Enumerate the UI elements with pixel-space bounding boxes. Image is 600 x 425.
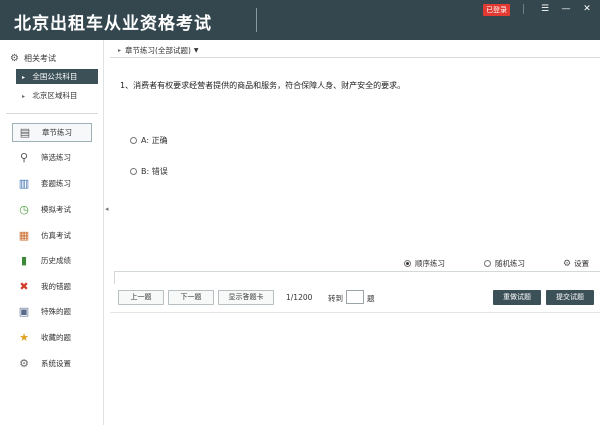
- show-answer-card-button[interactable]: 显示答题卡: [218, 290, 274, 305]
- sidebar-item-label: 历史成绩: [41, 256, 71, 265]
- radio-icon[interactable]: [130, 168, 137, 175]
- gear-icon: ⚙: [19, 356, 29, 370]
- chart-icon: ▥: [18, 176, 30, 190]
- sidebar-item-simulation-exam[interactable]: ▦ 仿真考试: [12, 226, 92, 245]
- jump-prefix-label: 转到: [328, 294, 343, 303]
- option-label: A: 正确: [141, 136, 168, 145]
- sidebar-item-mock-exam[interactable]: ◷ 模拟考试: [12, 200, 92, 219]
- sidebar-item-favorites[interactable]: ★ 收藏的题: [12, 328, 92, 347]
- question-toolbar: 上一题 下一题 显示答题卡 1/1200 转到 题 重做试题 提交试题: [110, 288, 600, 310]
- prev-question-button[interactable]: 上一题: [118, 290, 164, 305]
- mode-random[interactable]: 随机练习: [484, 258, 525, 269]
- gear-icon: ⚙: [563, 258, 572, 269]
- x-icon: ✖: [19, 279, 29, 293]
- minimize-icon[interactable]: —: [560, 3, 572, 15]
- sidebar-divider: [6, 113, 98, 114]
- sidebar-item-label: 系统设置: [41, 359, 71, 368]
- sidebar-item-filter-practice[interactable]: ⚲ 筛选练习: [12, 148, 92, 167]
- jump-suffix-label: 题: [367, 294, 375, 303]
- clock-icon: ◷: [19, 202, 29, 216]
- bar-chart-icon: ▮: [20, 253, 28, 267]
- sidebar-item-set-practice[interactable]: ▥ 套题练习: [12, 174, 92, 193]
- sidebar-collapse-icon[interactable]: ◂: [105, 205, 109, 213]
- app-title: 北京出租车从业资格考试: [14, 14, 212, 34]
- chevron-right-icon: ▸: [118, 46, 122, 54]
- chevron-down-icon: ▼: [193, 46, 199, 54]
- option-a[interactable]: A: 正确: [130, 135, 168, 146]
- title-divider: [256, 8, 257, 32]
- sidebar-item-label: 特殊的题: [41, 307, 71, 316]
- question-counter: 1/1200: [286, 293, 313, 302]
- subject-label: 北京区域科目: [32, 91, 78, 100]
- calendar-icon: ▦: [18, 228, 30, 242]
- mode-sequential[interactable]: 顺序练习: [404, 258, 445, 269]
- main-panel: ▸ 章节练习(全部试题) ▼ 1、消费者有权要求经营者提供的商品和服务，符合保障…: [110, 40, 600, 425]
- sidebar-item-label: 收藏的题: [41, 333, 71, 342]
- radio-icon[interactable]: [130, 137, 137, 144]
- exam-section-label: 相关考试: [23, 54, 56, 63]
- radio-icon[interactable]: [404, 260, 411, 267]
- book-icon: ▤: [19, 125, 31, 139]
- sidebar-item-history-scores[interactable]: ▮ 历史成绩: [12, 251, 92, 270]
- sidebar-item-label: 套题练习: [41, 179, 71, 188]
- sidebar-item-label: 筛选练习: [41, 153, 71, 162]
- mode-label: 顺序练习: [415, 259, 445, 268]
- option-label: B: 错误: [141, 167, 168, 176]
- sidebar-item-my-mistakes[interactable]: ✖ 我的错题: [12, 277, 92, 296]
- answer-area-edge: [114, 272, 115, 284]
- reset-questions-button[interactable]: 重做试题: [493, 290, 541, 305]
- exam-section-header: ⚙ 相关考试: [10, 53, 56, 64]
- sidebar-item-label: 仿真考试: [41, 231, 71, 240]
- login-badge[interactable]: 已登录: [483, 4, 510, 16]
- menu-icon[interactable]: ☰: [539, 3, 551, 15]
- jump-to-question-input[interactable]: [346, 290, 364, 304]
- sidebar-item-special-questions[interactable]: ▣ 特殊的题: [12, 302, 92, 321]
- subject-beijing-regional[interactable]: ▸ 北京区域科目: [16, 88, 98, 103]
- sidebar-item-system-settings[interactable]: ⚙ 系统设置: [12, 354, 92, 373]
- question-text: 1、消费者有权要求经营者提供的商品和服务，符合保障人身、财产安全的要求。: [120, 81, 406, 90]
- mode-divider: [114, 271, 600, 272]
- mode-label: 设置: [574, 259, 590, 268]
- star-icon: ★: [19, 330, 29, 344]
- chevron-right-icon: ▸: [22, 93, 26, 100]
- next-question-button[interactable]: 下一题: [168, 290, 214, 305]
- window-separator: [523, 4, 524, 14]
- sidebar-item-label: 模拟考试: [41, 205, 71, 214]
- close-icon[interactable]: ✕: [581, 3, 593, 15]
- mode-settings[interactable]: ⚙ 设置: [563, 258, 589, 269]
- chevron-right-icon: ▸: [22, 74, 26, 81]
- search-icon: ⚲: [19, 150, 29, 164]
- subject-label: 全国公共科目: [32, 72, 78, 81]
- submit-questions-button[interactable]: 提交试题: [546, 290, 594, 305]
- sidebar-item-chapter-practice[interactable]: ▤ 章节练习: [12, 123, 92, 142]
- title-bar: 北京出租车从业资格考试 已登录 ☰ — ✕: [0, 0, 600, 40]
- breadcrumb[interactable]: ▸ 章节练习(全部试题) ▼: [118, 44, 199, 56]
- practice-mode-bar: 顺序练习 随机练习 ⚙ 设置: [400, 258, 600, 270]
- toolbar-divider: [110, 312, 600, 313]
- sidebar-item-label: 章节练习: [42, 128, 72, 137]
- option-b[interactable]: B: 错误: [130, 166, 168, 177]
- settings-gear-icon: ⚙: [10, 53, 19, 64]
- subject-national-public[interactable]: ▸ 全国公共科目: [16, 69, 98, 84]
- sidebar: ⚙ 相关考试 ▸ 全国公共科目 ▸ 北京区域科目 ▤ 章节练习 ⚲ 筛选练习 ▥…: [0, 40, 104, 425]
- radio-icon[interactable]: [484, 260, 491, 267]
- breadcrumb-label: 章节练习(全部试题): [125, 45, 191, 55]
- sidebar-item-label: 我的错题: [41, 282, 71, 291]
- clipboard-icon: ▣: [18, 304, 30, 318]
- breadcrumb-divider: [110, 57, 600, 58]
- mode-label: 随机练习: [495, 259, 525, 268]
